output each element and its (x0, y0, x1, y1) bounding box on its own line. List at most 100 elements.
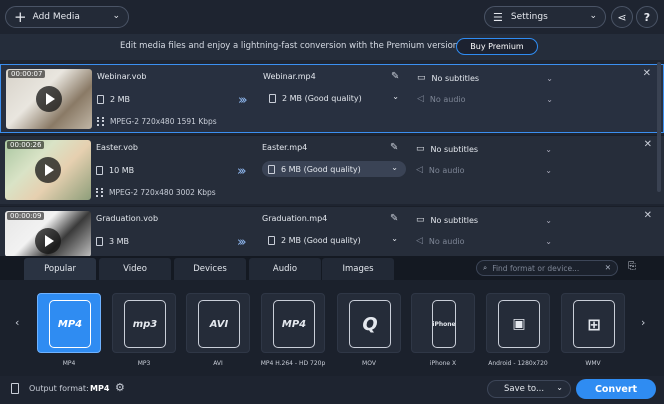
convert-button[interactable]: Convert (576, 379, 656, 399)
format-label: MP4 H.264 - HD 720p (260, 360, 326, 367)
settings-button[interactable]: ☰ Settings ⌄ (484, 6, 606, 28)
chevron-down-icon: ⌄ (589, 11, 597, 21)
audio-text: No audio (428, 236, 465, 246)
format-search-input[interactable]: ⌕ Find format or device... ✕ (476, 260, 618, 276)
play-icon[interactable] (35, 228, 61, 254)
duration-label: 00:00:07 (8, 70, 46, 78)
add-media-label: Add Media (32, 12, 80, 22)
close-icon[interactable]: ✕ (643, 68, 651, 79)
scroll-right-icon[interactable]: › (641, 316, 645, 329)
share-button[interactable]: ⋖ (611, 6, 633, 28)
close-icon[interactable]: ✕ (644, 210, 652, 221)
output-quality-dropdown[interactable]: 2 MB (Good quality) ⌄ (263, 90, 407, 106)
output-file-name[interactable]: Easter.mp4 (262, 143, 307, 152)
subtitles-dropdown[interactable]: ▭ No subtitles ⌄ (416, 142, 556, 156)
file-row[interactable]: 00:00:07 Webinar.vob 2 MB MPEG-2 720x480… (0, 64, 664, 133)
format-avi[interactable]: AVI (186, 293, 250, 353)
format-android[interactable]: ▣ (486, 293, 550, 353)
chevron-down-icon: ⌄ (391, 234, 398, 243)
format-wmv[interactable]: ⊞ (561, 293, 625, 353)
file-icon (96, 237, 103, 246)
source-file-name: Easter.vob (96, 143, 138, 152)
share-icon: ⋖ (617, 10, 627, 24)
source-meta-text: MPEG-2 720x480 1591 Kbps (110, 117, 217, 126)
audio-text: No audio (428, 165, 465, 175)
format-mp4[interactable]: MP4 (37, 293, 101, 353)
format-tabs: Popular Video Devices Audio Images ⌕ Fin… (0, 256, 664, 280)
format-mov[interactable]: Q (337, 293, 401, 353)
buy-premium-button[interactable]: Buy Premium (456, 38, 538, 55)
source-file-size: 3 MB (96, 237, 129, 246)
gear-icon[interactable]: ⚙ (115, 381, 125, 394)
output-format-value: MP4 (90, 384, 110, 393)
iphone-icon: iPhone (432, 300, 456, 348)
convert-arrow-icon: ››› (238, 93, 247, 108)
clear-icon[interactable]: ✕ (605, 263, 611, 272)
custom-format-icon[interactable]: ⎘ (628, 261, 636, 272)
file-icon (268, 164, 275, 174)
help-button[interactable]: ? (636, 6, 658, 28)
chevron-down-icon: ⌄ (545, 165, 552, 175)
format-iphone-x[interactable]: iPhone (411, 293, 475, 353)
video-thumbnail[interactable]: 00:00:07 (6, 69, 92, 129)
speaker-icon: ◁ (416, 165, 423, 175)
tab-devices[interactable]: Devices (174, 258, 246, 280)
output-quality-dropdown[interactable]: 2 MB (Good quality) ⌄ (262, 232, 406, 248)
output-quality-text: 6 MB (Good quality) (281, 164, 361, 174)
file-list-scrollbar[interactable] (657, 62, 661, 192)
format-label: MP4 (62, 360, 76, 367)
avi-icon: AVI (198, 300, 240, 348)
video-thumbnail[interactable]: 00:00:09 (5, 211, 91, 257)
subtitles-dropdown[interactable]: ▭ No subtitles ⌄ (417, 71, 557, 85)
file-row[interactable]: 00:00:26 Easter.vob 10 MB MPEG-2 720x480… (0, 135, 664, 204)
chevron-down-icon: ⌄ (392, 92, 399, 101)
video-thumbnail[interactable]: 00:00:26 (5, 140, 91, 200)
question-icon: ? (643, 10, 651, 24)
duration-label: 00:00:09 (7, 212, 45, 220)
source-file-size: 10 MB (96, 166, 134, 175)
tab-images[interactable]: Images (322, 258, 394, 280)
format-label: WMV (585, 360, 601, 367)
edit-icon[interactable]: ✎ (390, 213, 398, 224)
source-size-text: 3 MB (109, 237, 130, 246)
audio-dropdown[interactable]: ◁ No audio ⌄ (416, 234, 556, 248)
close-icon[interactable]: ✕ (644, 139, 652, 150)
save-to-label: Save to... (504, 384, 545, 394)
format-label: MOV (362, 360, 376, 367)
output-file-icon (11, 383, 19, 394)
play-icon[interactable] (35, 157, 61, 183)
tab-audio[interactable]: Audio (249, 258, 321, 280)
file-icon (269, 93, 276, 103)
speaker-icon: ◁ (417, 94, 424, 104)
settings-label: Settings (510, 12, 548, 22)
chevron-down-icon: ⌄ (112, 11, 120, 21)
output-quality-dropdown[interactable]: 6 MB (Good quality) ⌄ (262, 161, 406, 177)
tab-video[interactable]: Video (99, 258, 171, 280)
file-row[interactable]: 00:00:09 Graduation.vob 3 MB ››› Graduat… (0, 206, 664, 257)
edit-icon[interactable]: ✎ (390, 142, 398, 153)
source-file-name: Webinar.vob (97, 72, 147, 81)
audio-text: No audio (429, 94, 466, 104)
audio-dropdown[interactable]: ◁ No audio ⌄ (417, 92, 557, 106)
save-to-button[interactable]: Save to... ⌄ (487, 380, 571, 398)
output-file-name[interactable]: Graduation.mp4 (262, 214, 327, 223)
search-placeholder: Find format or device... (492, 263, 580, 273)
android-icon: ▣ (498, 300, 540, 348)
source-file-meta: MPEG-2 720x480 1591 Kbps (97, 117, 217, 126)
add-media-button[interactable]: + Add Media ⌄ (5, 6, 129, 28)
tab-popular[interactable]: Popular (24, 258, 96, 280)
plus-icon: + (14, 7, 27, 26)
subtitles-icon: ▭ (416, 215, 425, 225)
quicktime-icon: Q (349, 300, 391, 348)
source-file-meta: MPEG-2 720x480 3002 Kbps (96, 188, 216, 197)
source-size-text: 10 MB (109, 166, 135, 175)
format-mp4-hd[interactable]: MP4 (261, 293, 325, 353)
scroll-left-icon[interactable]: ‹ (15, 316, 19, 329)
format-label: iPhone X (429, 360, 457, 367)
play-icon[interactable] (36, 86, 62, 112)
format-mp3[interactable]: mp3 (112, 293, 176, 353)
subtitles-dropdown[interactable]: ▭ No subtitles ⌄ (416, 213, 556, 227)
edit-icon[interactable]: ✎ (391, 71, 399, 82)
output-file-name[interactable]: Webinar.mp4 (263, 72, 316, 81)
audio-dropdown[interactable]: ◁ No audio ⌄ (416, 163, 556, 177)
